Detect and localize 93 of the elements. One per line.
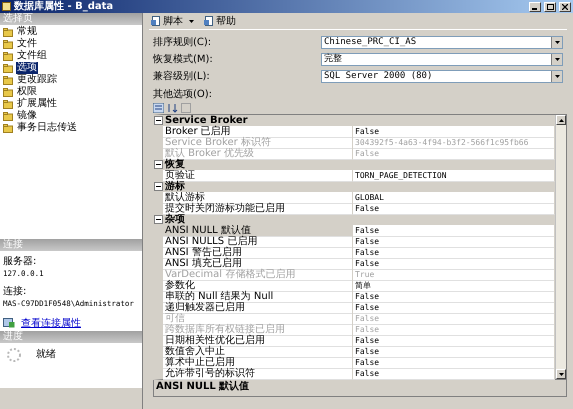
dropdown-field[interactable]: 完整 — [321, 52, 563, 66]
close-button[interactable] — [559, 2, 571, 12]
caret-icon — [554, 58, 560, 60]
category-header[interactable]: 游标 — [153, 181, 555, 192]
property-value[interactable]: False — [353, 247, 555, 259]
page-item[interactable]: 镜像 — [16, 110, 38, 122]
close-icon — [562, 4, 568, 10]
section-header: 连接 — [0, 239, 142, 251]
sort-icon[interactable] — [167, 102, 178, 112]
page-item[interactable]: 文件组 — [16, 50, 48, 62]
property-name[interactable]: 参数化 — [163, 280, 353, 292]
folder-icon — [3, 40, 14, 48]
window-title: 数据库属性 - B_data — [14, 0, 114, 13]
scrollbar[interactable] — [555, 115, 566, 379]
dropdown-field[interactable]: SQL Server 2000 (80) — [321, 70, 563, 82]
view-connection-properties-link[interactable]: 查看连接属性 — [21, 316, 81, 330]
category-name: 恢复 — [165, 159, 185, 170]
folder-icon — [3, 112, 14, 120]
scroll-down-icon — [558, 372, 564, 376]
field-label: 排序规则(C): — [153, 36, 212, 49]
property-value[interactable]: GLOBAL — [353, 192, 555, 204]
category-name: 游标 — [165, 181, 185, 192]
property-value[interactable]: False — [353, 126, 555, 138]
folder-icon — [3, 100, 14, 108]
folder-icon — [3, 124, 14, 132]
toolbar-button[interactable]: 脚本 — [149, 14, 196, 28]
section-header: 选择页 — [0, 13, 142, 25]
minimize-button[interactable] — [529, 2, 541, 12]
property-value[interactable]: False — [353, 236, 555, 248]
section-header: 进度 — [0, 331, 142, 343]
page-item[interactable]: 选项 — [16, 62, 38, 74]
category-header[interactable]: Service Broker — [153, 115, 555, 126]
folder-icon — [3, 52, 14, 60]
property-value[interactable]: False — [353, 225, 555, 237]
category-name: 杂项 — [165, 214, 185, 225]
page-item[interactable]: 文件 — [16, 38, 38, 50]
property-value[interactable]: False — [353, 258, 555, 270]
property-value[interactable]: False — [353, 335, 555, 347]
property-value[interactable]: False — [353, 357, 555, 369]
property-name[interactable]: 串联的 Null 结果为 Null — [163, 291, 353, 303]
document-icon — [204, 16, 214, 26]
property-name[interactable]: ANSI NULLS 已启用 — [163, 236, 353, 248]
database-icon — [2, 2, 11, 11]
property-value[interactable]: False — [353, 302, 555, 314]
property-name[interactable]: ANSI 警告已启用 — [163, 247, 353, 259]
caret-icon — [554, 40, 560, 44]
property-description: ANSI NULL 默认值 — [153, 380, 567, 397]
page-item[interactable]: 更改跟踪 — [16, 74, 58, 86]
collapse-icon[interactable] — [154, 116, 163, 125]
dropdown-field[interactable]: Chinese_PRC_CI_AS — [321, 36, 563, 48]
other-options-label: 其他选项(O): — [152, 88, 214, 102]
collapse-icon[interactable] — [154, 182, 163, 191]
progress-status: 就绪 — [36, 348, 56, 361]
caret-icon — [189, 20, 194, 22]
toolbar-button[interactable]: 帮助 — [202, 14, 238, 28]
properties-icon — [3, 318, 15, 328]
collapse-icon[interactable] — [154, 215, 163, 224]
maximize-button[interactable] — [544, 2, 556, 12]
property-name[interactable]: 数值舍入中止 — [163, 346, 353, 358]
field-label: 恢复模式(M): — [153, 52, 214, 66]
property-value[interactable]: False — [353, 368, 555, 380]
document-icon — [151, 16, 161, 26]
page-item[interactable]: 事务日志传送 — [16, 122, 78, 134]
property-name[interactable]: 日期相关性优化已启用 — [163, 335, 353, 347]
property-name[interactable]: ANSI 填充已启用 — [163, 258, 353, 270]
property-value[interactable]: False — [353, 346, 555, 358]
property-name[interactable]: Broker 已启用 — [163, 126, 353, 138]
page-item[interactable]: 常规 — [16, 26, 38, 38]
property-name[interactable]: 允许带引号的标识符 — [163, 368, 353, 380]
connection-label: 连接: — [3, 284, 28, 298]
server-label: 服务器: — [3, 255, 38, 268]
property-name[interactable]: 默认游标 — [163, 192, 353, 204]
folder-icon — [3, 76, 14, 84]
collapse-icon[interactable] — [154, 160, 163, 169]
property-value[interactable]: False — [353, 291, 555, 303]
property-value[interactable]: 简单 — [353, 280, 555, 292]
field-label: 兼容级别(L): — [153, 70, 211, 83]
category-name: Service Broker — [165, 115, 248, 126]
scroll-up-icon — [558, 118, 564, 122]
caret-icon — [554, 74, 560, 78]
page-item[interactable]: 扩展属性 — [16, 98, 58, 110]
maximize-icon — [546, 4, 554, 10]
category-header[interactable]: 恢复 — [153, 159, 555, 170]
property-name[interactable]: 算术中止已启用 — [163, 357, 353, 369]
folder-icon — [3, 28, 14, 36]
folder-icon — [3, 88, 14, 96]
property-name[interactable]: 递归触发器已启用 — [163, 302, 353, 314]
page-item[interactable]: 权限 — [16, 86, 38, 98]
property-name[interactable]: ANSI NULL 默认值 — [163, 225, 353, 237]
spinner-icon — [6, 347, 22, 363]
folder-icon — [3, 64, 14, 72]
categorized-icon[interactable] — [153, 102, 164, 112]
category-header[interactable]: 杂项 — [153, 214, 555, 225]
